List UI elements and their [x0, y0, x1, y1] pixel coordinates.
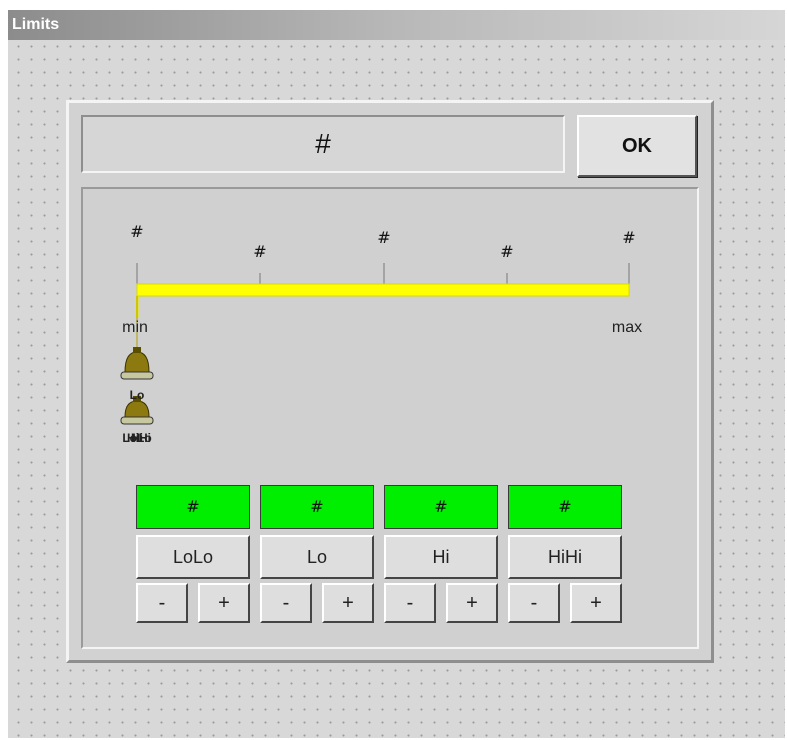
window-title: Limits — [8, 10, 785, 40]
lolo-button[interactable]: LoLo — [136, 535, 250, 579]
limits-window: Limits # OK # # # # # min max Lo LoLo Hi… — [8, 10, 785, 738]
scale-max-label: max — [612, 319, 642, 336]
lo-increment-button[interactable]: + — [322, 583, 374, 623]
hi-increment-button[interactable]: + — [446, 583, 498, 623]
lo-value[interactable]: # — [260, 485, 374, 529]
limit-group-lolo: # LoLo - + — [136, 485, 250, 623]
hihi-increment-button[interactable]: + — [570, 583, 622, 623]
limit-group-hihi: # HiHi - + — [508, 485, 622, 623]
scale-tick-label-1: # — [253, 242, 266, 261]
scale-min-label: min — [122, 319, 148, 336]
range-bar — [136, 283, 630, 297]
scale-tick-label-0: # — [130, 222, 143, 241]
hihi-button[interactable]: HiHi — [508, 535, 622, 579]
hi-button[interactable]: Hi — [384, 535, 498, 579]
lolo-increment-button[interactable]: + — [198, 583, 250, 623]
limit-group-hi: # Hi - + — [384, 485, 498, 623]
scale-tick-label-4: # — [622, 228, 635, 247]
lo-stepper: - + — [260, 583, 374, 623]
hi-value[interactable]: # — [384, 485, 498, 529]
lo-decrement-button[interactable]: - — [260, 583, 312, 623]
scale-panel: # # # # # min max Lo LoLo Hi HiHi # LoLo… — [81, 187, 699, 649]
lolo-stepper: - + — [136, 583, 250, 623]
limit-group-lo: # Lo - + — [260, 485, 374, 623]
hihi-value[interactable]: # — [508, 485, 622, 529]
limits-dialog: # OK # # # # # min max Lo LoLo Hi HiHi #… — [66, 100, 714, 663]
ok-button[interactable]: OK — [577, 115, 697, 177]
lolo-decrement-button[interactable]: - — [136, 583, 188, 623]
hi-stepper: - + — [384, 583, 498, 623]
value-display: # — [81, 115, 565, 173]
lolo-value[interactable]: # — [136, 485, 250, 529]
alarm-bell-icon[interactable] — [120, 347, 154, 380]
scale-tick-label-3: # — [500, 242, 513, 261]
hihi-stepper: - + — [508, 583, 622, 623]
bell-label-hihi: HiHi — [127, 431, 151, 445]
scale-tick-label-2: # — [377, 228, 390, 247]
bell-label-lo: Lo — [130, 388, 145, 402]
lo-button[interactable]: Lo — [260, 535, 374, 579]
hi-decrement-button[interactable]: - — [384, 583, 436, 623]
hihi-decrement-button[interactable]: - — [508, 583, 560, 623]
